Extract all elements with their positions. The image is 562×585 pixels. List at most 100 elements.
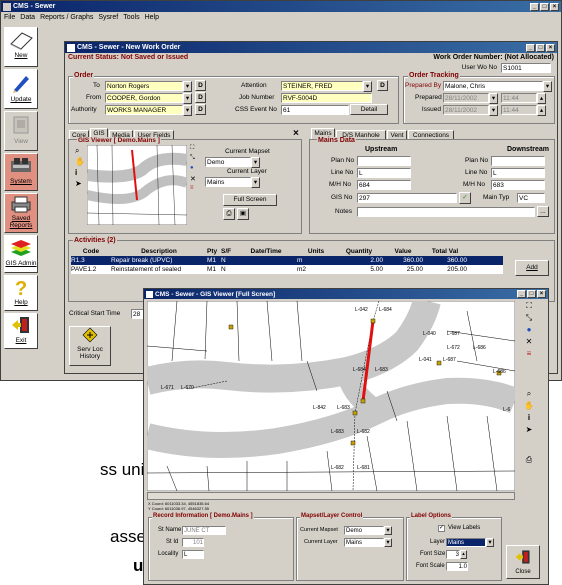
plan-up-field[interactable] (357, 156, 411, 166)
layer-select[interactable]: Mains (205, 177, 251, 187)
zoom-full-icon[interactable]: ⤡ (522, 313, 536, 325)
save-map-button[interactable]: ▣ (237, 208, 249, 220)
mini-pan-icon[interactable]: ✋ (75, 157, 85, 168)
lo-layer-select[interactable]: Mains (446, 538, 486, 547)
print-tool-icon[interactable]: ⎙ (522, 455, 536, 467)
from-d-button[interactable]: D (195, 92, 206, 103)
to-d-button[interactable]: D (195, 80, 206, 91)
prepared-time[interactable]: 11:44 (501, 93, 537, 103)
issued-date-dropdown[interactable]: ▾ (489, 105, 498, 116)
notes-button[interactable]: ... (537, 206, 549, 217)
nav-help[interactable]: ? Help (4, 275, 38, 311)
nav-new[interactable]: New (4, 27, 38, 67)
mapset-select[interactable]: Demo (205, 157, 251, 167)
nav-view[interactable]: View (4, 111, 38, 151)
full-screen-button[interactable]: Full Screen (223, 194, 277, 206)
view-labels-checkbox[interactable]: ✓ (438, 525, 445, 532)
authority-field[interactable]: WORKS MANAGER (105, 105, 183, 115)
font-scale-field[interactable]: 1.0 (446, 562, 468, 571)
close-button[interactable]: × (550, 2, 559, 11)
fs-layer-select[interactable]: Mains (344, 538, 384, 547)
fs-close-map-button[interactable]: Close (506, 545, 540, 579)
st-id-field[interactable]: 101 (182, 538, 204, 547)
mapset-dropdown[interactable]: ▾ (251, 157, 260, 168)
info-tool-icon[interactable]: i (522, 413, 536, 425)
plan-down-field[interactable] (491, 156, 545, 166)
mini-delete-icon[interactable]: ✕ (190, 175, 199, 185)
gis-map[interactable]: L-042 L-684 L-684 L-683 L-671 L-670 L-04… (147, 301, 515, 491)
font-size-field[interactable]: 3 (446, 550, 460, 559)
serv-loc-history-button[interactable]: Serv Loc History (69, 326, 111, 366)
zoom-tool-icon[interactable]: ⌕ (522, 389, 536, 401)
line-up-field[interactable]: L (357, 168, 411, 178)
font-size-spinner[interactable]: ▴ (460, 550, 467, 559)
menu-reports[interactable]: Reports / Graphs (40, 12, 93, 23)
line-down-field[interactable]: L (491, 168, 545, 178)
layers-tool-icon[interactable]: ≡ (522, 349, 536, 361)
add-activity-button[interactable]: Add (515, 260, 549, 276)
menu-data[interactable]: Data (20, 12, 35, 23)
wo-maximize-button[interactable]: □ (536, 43, 545, 52)
menu-tools[interactable]: Tools (123, 12, 139, 23)
userwo-field[interactable]: S1001 (501, 63, 551, 73)
mini-map[interactable] (87, 145, 187, 225)
issued-time-spinner[interactable]: ▴ (537, 105, 546, 116)
mini-info-icon[interactable]: i (75, 168, 85, 179)
minimize-button[interactable]: _ (530, 2, 539, 11)
nav-update[interactable]: Update (4, 69, 38, 109)
fs-maximize-button[interactable]: □ (527, 290, 536, 298)
prepared-time-spinner[interactable]: ▴ (537, 93, 546, 104)
maximize-button[interactable]: □ (540, 2, 549, 11)
from-dropdown[interactable]: ▾ (183, 93, 192, 104)
gis-locate-button[interactable]: ✓ (459, 192, 471, 204)
mh-down-field[interactable]: 683 (491, 180, 545, 190)
pointer-tool-icon[interactable]: ➤ (522, 425, 536, 437)
fs-layer-dropdown[interactable]: ▾ (384, 538, 392, 547)
fs-mapset-dropdown[interactable]: ▾ (384, 526, 392, 535)
wo-minimize-button[interactable]: _ (526, 43, 535, 52)
locality-field[interactable]: L (182, 550, 204, 559)
prepared-by-dropdown[interactable]: ▾ (543, 81, 552, 92)
job-field[interactable]: RVF-5004D (281, 93, 372, 103)
attention-dropdown[interactable]: ▾ (363, 81, 372, 92)
st-name-field[interactable]: JUNE CT (182, 526, 226, 535)
prepared-date-dropdown[interactable]: ▾ (489, 93, 498, 104)
table-row[interactable]: R1.3 Repair break (UPVC) M1 Nm 2.00 360.00 360… (71, 256, 503, 265)
globe-icon[interactable]: ● (522, 325, 536, 337)
mh-up-field[interactable]: 684 (357, 180, 411, 190)
notes-field[interactable] (357, 207, 535, 217)
menu-help[interactable]: Help (145, 12, 159, 23)
mini-zoom-out-icon[interactable]: ⤡ (190, 155, 199, 165)
authority-d-button[interactable]: D (195, 104, 206, 115)
map-hscrollbar[interactable] (147, 492, 515, 500)
layer-dropdown[interactable]: ▾ (251, 177, 260, 188)
pan-tool-icon[interactable]: ✋ (522, 401, 536, 413)
issued-time[interactable]: 11:44 (501, 105, 537, 115)
attention-field[interactable]: STEINER, FRED (281, 81, 363, 91)
nav-gis-admin[interactable]: GIS Admin (4, 235, 38, 273)
nav-saved-reports[interactable]: Saved Reports (4, 193, 38, 233)
delete-icon[interactable]: ✕ (522, 337, 536, 349)
prepared-by-field[interactable]: Malone, Chris (443, 81, 543, 91)
to-dropdown[interactable]: ▾ (183, 81, 192, 92)
print-map-button[interactable]: ⎙ (223, 208, 235, 220)
menu-file[interactable]: File (4, 12, 15, 23)
maintype-field[interactable]: VC (517, 193, 545, 203)
mini-layer-icon[interactable]: ≡ (190, 185, 199, 195)
authority-dropdown[interactable]: ▾ (183, 105, 192, 116)
prepared-date[interactable]: 28/11/2002 (443, 93, 489, 103)
fs-minimize-button[interactable]: _ (517, 290, 526, 298)
mini-zoom-in-icon[interactable]: ⛶ (190, 145, 199, 155)
lo-layer-dropdown[interactable]: ▾ (486, 538, 494, 547)
mini-pointer-icon[interactable]: ➤ (75, 179, 85, 190)
menu-sysref[interactable]: Sysref (98, 12, 118, 23)
gis-no-field[interactable]: 297 (357, 193, 457, 203)
zoom-extent-icon[interactable]: ⛶ (522, 301, 536, 313)
mini-globe-icon[interactable]: ● (190, 165, 199, 175)
fs-close-button[interactable]: × (537, 290, 546, 298)
table-row[interactable]: PAVE1.2 Reinstatement of sealed M1 Nm2 5.00 2… (71, 265, 503, 274)
tab-close-icon[interactable]: × (293, 128, 299, 139)
attention-d-button[interactable]: D (377, 80, 388, 91)
mini-zoom-icon[interactable]: ⌕ (75, 146, 85, 157)
wo-close-button[interactable]: × (546, 43, 555, 52)
